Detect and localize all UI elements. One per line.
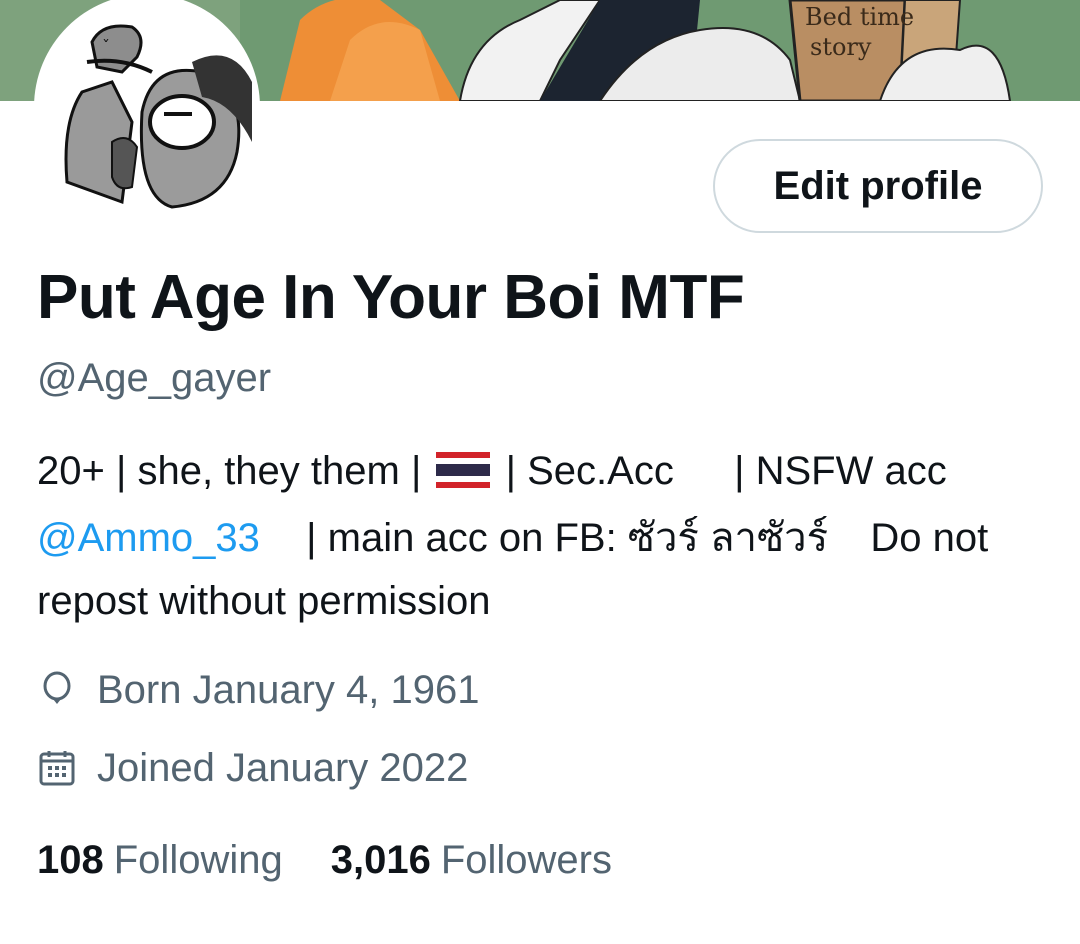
bio-line-2: @Ammo_33 | main acc on FB: ซัวร์ ลาซัวร์… [37, 507, 1047, 570]
joined-row: Joined January 2022 [37, 740, 468, 796]
joined-text: Joined January 2022 [97, 746, 469, 790]
svg-text:ˇ: ˇ [102, 37, 110, 56]
edit-profile-button[interactable]: Edit profile [713, 139, 1043, 233]
calendar-icon [37, 748, 77, 788]
banner-book-text-1: Bed time [805, 3, 914, 31]
thailand-flag-icon [436, 444, 491, 507]
bio-text-part4: | main acc on FB: ซัวร์ ลาซัวร์ [306, 516, 829, 560]
birthdate-text: Born January 4, 1961 [97, 668, 480, 712]
follow-stats: 108 Following 3,016 Followers [37, 832, 660, 888]
profile-avatar[interactable]: ˇ [34, 0, 260, 220]
following-link[interactable]: 108 Following [37, 832, 283, 888]
bio-mention-link[interactable]: @Ammo_33 [37, 516, 260, 560]
banner-book-text-2: story [810, 33, 872, 61]
followers-label: Followers [440, 838, 612, 882]
followers-link[interactable]: 3,016 Followers [331, 832, 612, 888]
birthdate-row: Born January 4, 1961 [37, 662, 479, 718]
following-label: Following [113, 838, 283, 882]
bio-text-part2: | Sec.Acc [505, 449, 674, 493]
balloon-icon [37, 670, 77, 710]
following-count: 108 [37, 838, 104, 882]
bio-text-part3: | NSFW acc [734, 449, 947, 493]
avatar-illustration: ˇ [42, 2, 252, 212]
display-name: Put Age In Your Boi MTF [37, 263, 745, 332]
profile-bio: 20+ | she, they them | | Sec.Acc | NSFW … [37, 440, 1047, 633]
bio-text-part6: repost without permission [37, 579, 491, 623]
bio-line-1: 20+ | she, they them | | Sec.Acc | NSFW … [37, 440, 1047, 507]
followers-count: 3,016 [330, 838, 431, 882]
bio-text-part5: Do not [870, 516, 989, 560]
bio-text-part1: 20+ | she, they them | [37, 449, 422, 493]
user-handle: @Age_gayer [37, 356, 272, 400]
